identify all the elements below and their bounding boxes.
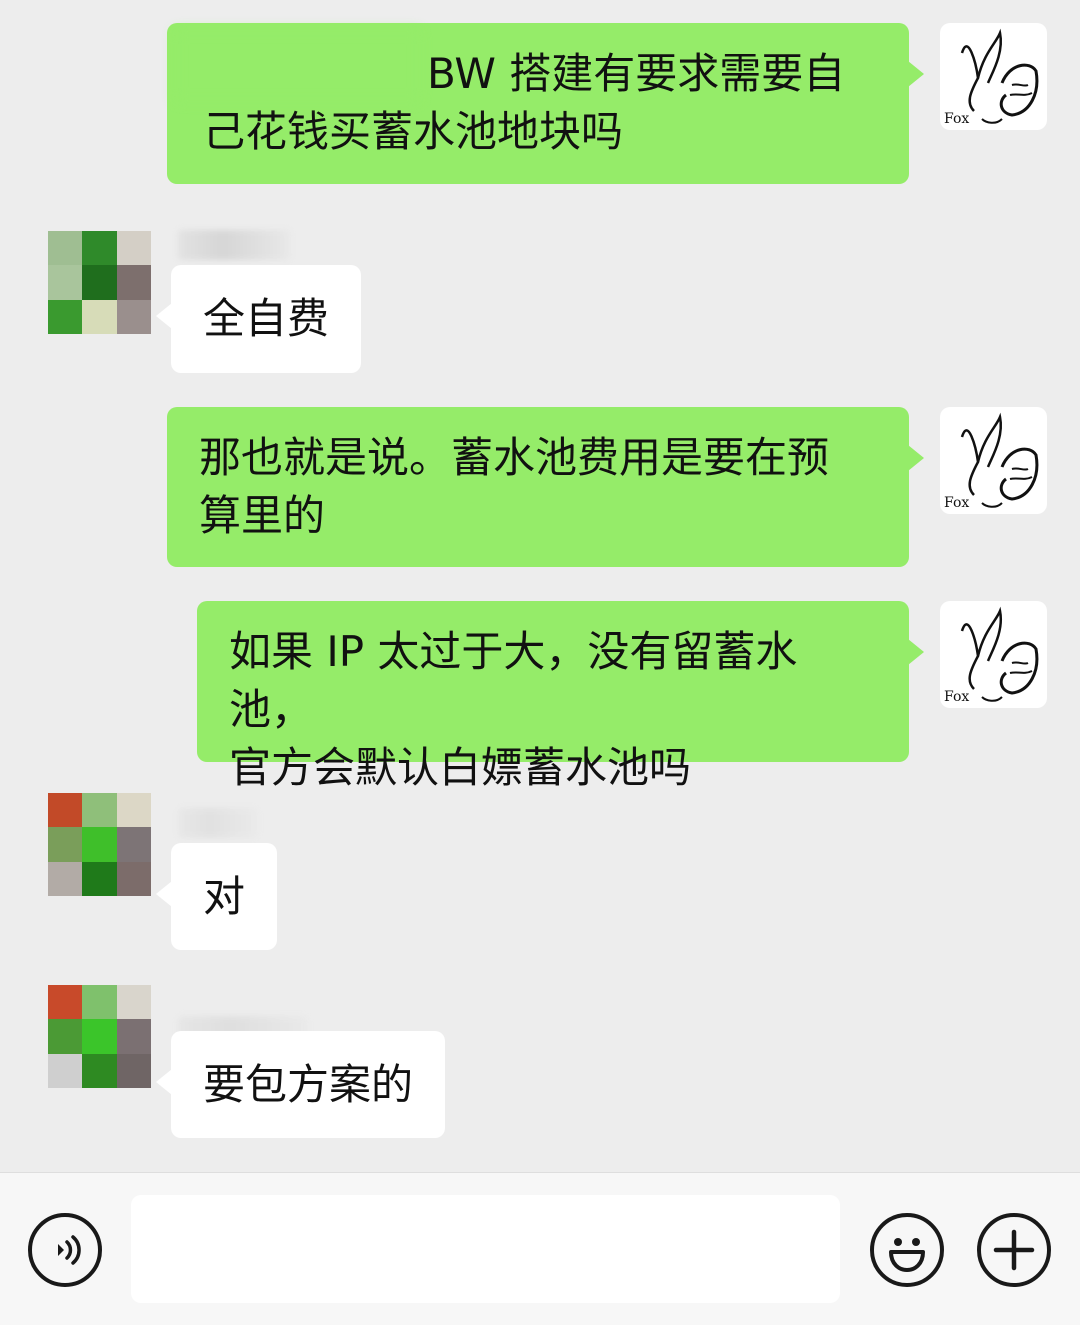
self-avatar[interactable]: Fox — [940, 407, 1047, 514]
message-text: 全自费 — [203, 294, 330, 343]
chat-area[interactable]: BW 搭建有要求需要自 己花钱买蓄水池地块吗 Fox 全自费 那也就是说。蓄水池… — [0, 0, 1080, 1172]
message-line: 己花钱买蓄水池地块吗 — [203, 107, 624, 156]
sender-name-redacted — [178, 230, 290, 260]
message-line: 算里的 — [199, 491, 326, 540]
signature-text: Fox — [944, 495, 969, 511]
input-bar — [0, 1172, 1080, 1325]
more-button[interactable] — [977, 1213, 1051, 1287]
voice-button[interactable] — [28, 1213, 102, 1287]
fox-signature-icon: Fox — [944, 28, 1039, 127]
emoji-button[interactable] — [870, 1213, 944, 1287]
outgoing-message[interactable]: 那也就是说。蓄水池费用是要在预 算里的 — [167, 407, 924, 567]
fox-signature-icon: Fox — [944, 412, 1039, 511]
message-line: 官方会默认白嫖蓄水池吗 — [229, 743, 692, 792]
contact-avatar[interactable] — [48, 231, 151, 334]
incoming-message[interactable]: 要包方案的 — [155, 1031, 446, 1138]
voice-icon — [58, 1235, 81, 1265]
incoming-message[interactable]: 全自费 — [155, 265, 362, 373]
contact-avatar[interactable] — [48, 985, 151, 1088]
redacted-mention — [175, 30, 420, 102]
message-text: 要包方案的 — [203, 1060, 414, 1109]
message-line: 如果 IP 太过于大，没有留蓄水池， — [229, 627, 798, 734]
fox-signature-icon: Fox — [944, 606, 1039, 705]
message-text: 对 — [203, 872, 246, 921]
message-input[interactable] — [131, 1195, 840, 1303]
outgoing-message[interactable]: 如果 IP 太过于大，没有留蓄水池， 官方会默认白嫖蓄水池吗 — [197, 601, 924, 792]
plus-icon — [993, 1229, 1035, 1271]
message-line: 那也就是说。蓄水池费用是要在预 — [199, 433, 830, 482]
contact-avatar[interactable] — [48, 793, 151, 896]
self-avatar[interactable]: Fox — [940, 601, 1047, 708]
signature-text: Fox — [944, 689, 969, 705]
incoming-message[interactable]: 对 — [155, 843, 278, 950]
signature-text: Fox — [944, 111, 969, 127]
self-avatar[interactable]: Fox — [940, 23, 1047, 130]
emoji-icon — [889, 1238, 925, 1272]
sender-name-redacted — [178, 808, 258, 838]
